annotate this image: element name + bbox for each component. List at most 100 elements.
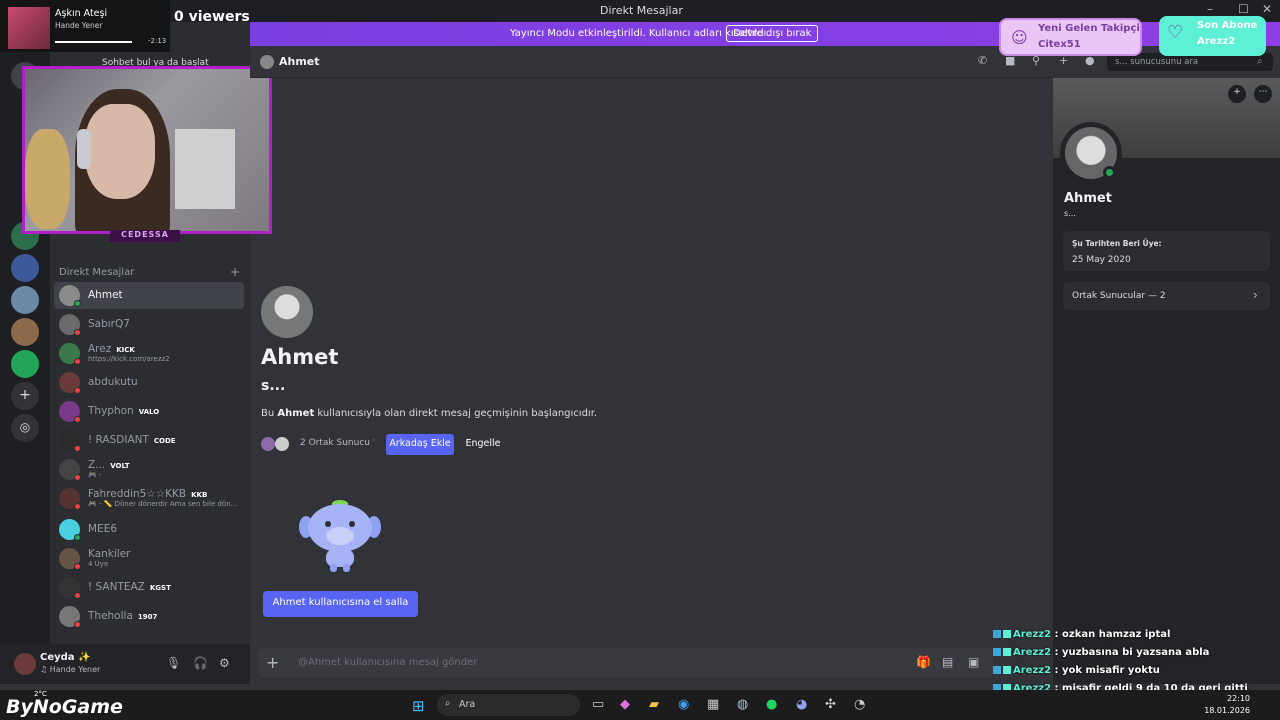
dm-item[interactable]: Z... VOLT 🎮 - bbox=[54, 456, 244, 483]
dm-name: Thyphon VALO bbox=[88, 405, 162, 417]
dm-item[interactable]: Kankiler 4 Üye bbox=[54, 545, 244, 572]
dm-name-text: ! SANTEAZ bbox=[88, 581, 145, 593]
dm-item[interactable]: Thyphon VALO bbox=[54, 398, 244, 425]
subscriber-name: Arezz2 bbox=[1197, 36, 1236, 47]
wave-button[interactable]: Ahmet kullanıcısına el salla bbox=[263, 591, 418, 617]
dm-name-text: SabırQ7 bbox=[88, 318, 130, 330]
profile-username: s... bbox=[261, 378, 286, 394]
subscriber-label: Son Abone bbox=[1197, 20, 1258, 31]
windows-start-icon[interactable]: ⊞ bbox=[412, 697, 425, 715]
separator-dot: • bbox=[371, 436, 377, 446]
radiator-image bbox=[175, 129, 235, 209]
clan-badge: KGST bbox=[147, 584, 173, 592]
dm-name: Ahmet bbox=[88, 289, 123, 301]
profile-panel: + ⋯ Ahmet s... Şu Tarihten Beri Üye: 25 … bbox=[1053, 78, 1280, 684]
app-icon[interactable]: ✣ bbox=[825, 697, 836, 712]
store-icon[interactable]: ▦ bbox=[707, 697, 719, 712]
kick-badge-icon bbox=[993, 666, 1001, 674]
dm-subtext: 🎮 - bbox=[88, 471, 102, 479]
chat-text: yuzbasına bi yazsana abla bbox=[1062, 647, 1210, 658]
viewer-count: 0 viewers bbox=[174, 9, 250, 25]
dm-item[interactable]: Theholla 1907 bbox=[54, 603, 244, 630]
chat-line: Arezz2 : yok misafir yoktu bbox=[993, 665, 1160, 676]
webcam-overlay bbox=[22, 66, 272, 234]
clan-badge: KKB bbox=[189, 491, 210, 499]
song-title: Aşkın Ateşi bbox=[55, 8, 108, 19]
mutual-servers-count: Ortak Sunucular — 2 bbox=[1072, 291, 1166, 301]
search-icon: ⌕ bbox=[1257, 56, 1263, 67]
chat-separator: : bbox=[1051, 647, 1063, 658]
status-dot-icon bbox=[74, 300, 81, 307]
dm-name: SabırQ7 bbox=[88, 318, 130, 330]
dm-intro-text: Bu Ahmet kullanıcısıyla olan direkt mesa… bbox=[261, 408, 597, 419]
dm-name-text: Fahreddin5☆☆KKB bbox=[88, 488, 187, 500]
dm-item[interactable]: ! RASDIANT CODE bbox=[54, 427, 244, 454]
add-friend-button[interactable]: Arkadaş Ekle bbox=[386, 434, 454, 455]
chat-header-name: Ahmet bbox=[279, 55, 320, 68]
minimize-icon[interactable]: – bbox=[1207, 2, 1213, 16]
maximize-icon[interactable]: ☐ bbox=[1238, 2, 1249, 16]
status-dot-icon bbox=[74, 445, 81, 452]
gift-icon[interactable]: 🎁 bbox=[916, 655, 931, 669]
spotify-icon[interactable]: ● bbox=[766, 697, 777, 712]
dm-item[interactable]: Arez KICK https://kick.com/arezz2 bbox=[54, 340, 244, 367]
mutual-servers-row[interactable]: Ortak Sunucular — 2 › bbox=[1063, 282, 1270, 310]
status-dot-icon bbox=[74, 329, 81, 336]
edge-icon[interactable]: ◉ bbox=[678, 697, 689, 712]
dm-item[interactable]: Ahmet bbox=[54, 282, 244, 309]
dm-item[interactable]: SabırQ7 bbox=[54, 311, 244, 338]
server-icon[interactable] bbox=[11, 318, 39, 346]
phone-icon[interactable]: ✆ bbox=[978, 54, 987, 67]
disable-streamer-mode-button[interactable]: Devre dışı bırak bbox=[726, 25, 819, 42]
gear-icon[interactable]: ⚙ bbox=[219, 656, 230, 670]
obs-icon[interactable]: ◔ bbox=[854, 697, 865, 712]
copilot-icon[interactable]: ◆ bbox=[620, 697, 630, 712]
dm-item[interactable]: MEE6 bbox=[54, 516, 244, 543]
composer-placeholder: @Ahmet kullanıcısına mesaj gönder bbox=[298, 657, 478, 668]
window-title: Direkt Mesajlar bbox=[600, 4, 683, 17]
message-composer[interactable]: + @Ahmet kullanıcısına mesaj gönder bbox=[258, 648, 993, 678]
headphones-icon[interactable]: 🎧 bbox=[193, 656, 208, 670]
dm-item[interactable]: abdukutu bbox=[54, 369, 244, 396]
discord-icon[interactable]: ◕ bbox=[796, 697, 807, 712]
avatar[interactable] bbox=[14, 653, 36, 675]
dm-item[interactable]: Fahreddin5☆☆KKB KKB 🎮 - 📏 Döner dönerdir A… bbox=[54, 485, 244, 512]
song-progress-bar bbox=[55, 41, 132, 43]
file-explorer-icon[interactable]: ▰ bbox=[649, 697, 659, 712]
status-dot-icon bbox=[74, 387, 81, 394]
dm-name: Theholla 1907 bbox=[88, 610, 160, 622]
download-server-icon[interactable] bbox=[11, 350, 39, 378]
explore-servers-icon[interactable]: ◎ bbox=[11, 414, 39, 442]
task-view-icon[interactable]: ▭ bbox=[592, 697, 604, 712]
dm-name-text: Kankiler bbox=[88, 548, 131, 560]
block-button[interactable]: Engelle bbox=[460, 434, 506, 455]
add-server-icon[interactable]: + bbox=[11, 382, 39, 410]
user-name: Ceyda ✨ bbox=[40, 652, 91, 663]
close-icon[interactable]: ✕ bbox=[1262, 2, 1272, 16]
heart-icon: ♡ bbox=[1167, 22, 1184, 43]
brand-logo: ByNoGame bbox=[6, 696, 123, 718]
status-dot-icon bbox=[74, 592, 81, 599]
avatar bbox=[261, 286, 313, 338]
song-artist: Hande Yener bbox=[55, 21, 103, 30]
dm-item[interactable]: ! SANTEAZ KGST bbox=[54, 574, 244, 601]
sticker-icon[interactable]: ▣ bbox=[968, 655, 979, 669]
new-dm-icon[interactable]: + bbox=[230, 265, 240, 279]
chat-text: ozkan hamzaz iptal bbox=[1062, 629, 1171, 640]
system-clock[interactable]: 22:10 18.01.2026 bbox=[1204, 693, 1250, 717]
gif-icon[interactable]: ▤ bbox=[942, 655, 953, 669]
status-dot-icon bbox=[74, 416, 81, 423]
steam-icon[interactable]: ◍ bbox=[737, 697, 748, 712]
add-friend-icon[interactable]: + bbox=[1228, 85, 1246, 103]
server-icon[interactable] bbox=[11, 254, 39, 282]
profile-panel-username: s... bbox=[1064, 209, 1076, 218]
microphone-icon[interactable]: 🎙 bbox=[166, 656, 181, 670]
new-follower-alert: ☺ Yeni Gelen Takipçi Citex51 bbox=[999, 18, 1142, 56]
more-icon[interactable]: ⋯ bbox=[1254, 85, 1272, 103]
status-dot-icon bbox=[74, 563, 81, 570]
taskbar-search[interactable]: ⌕ Ara bbox=[437, 694, 580, 716]
plus-icon[interactable]: + bbox=[266, 653, 279, 672]
server-icon[interactable] bbox=[11, 286, 39, 314]
dm-name-text: MEE6 bbox=[88, 523, 118, 535]
clock-time: 22:10 bbox=[1226, 694, 1250, 703]
